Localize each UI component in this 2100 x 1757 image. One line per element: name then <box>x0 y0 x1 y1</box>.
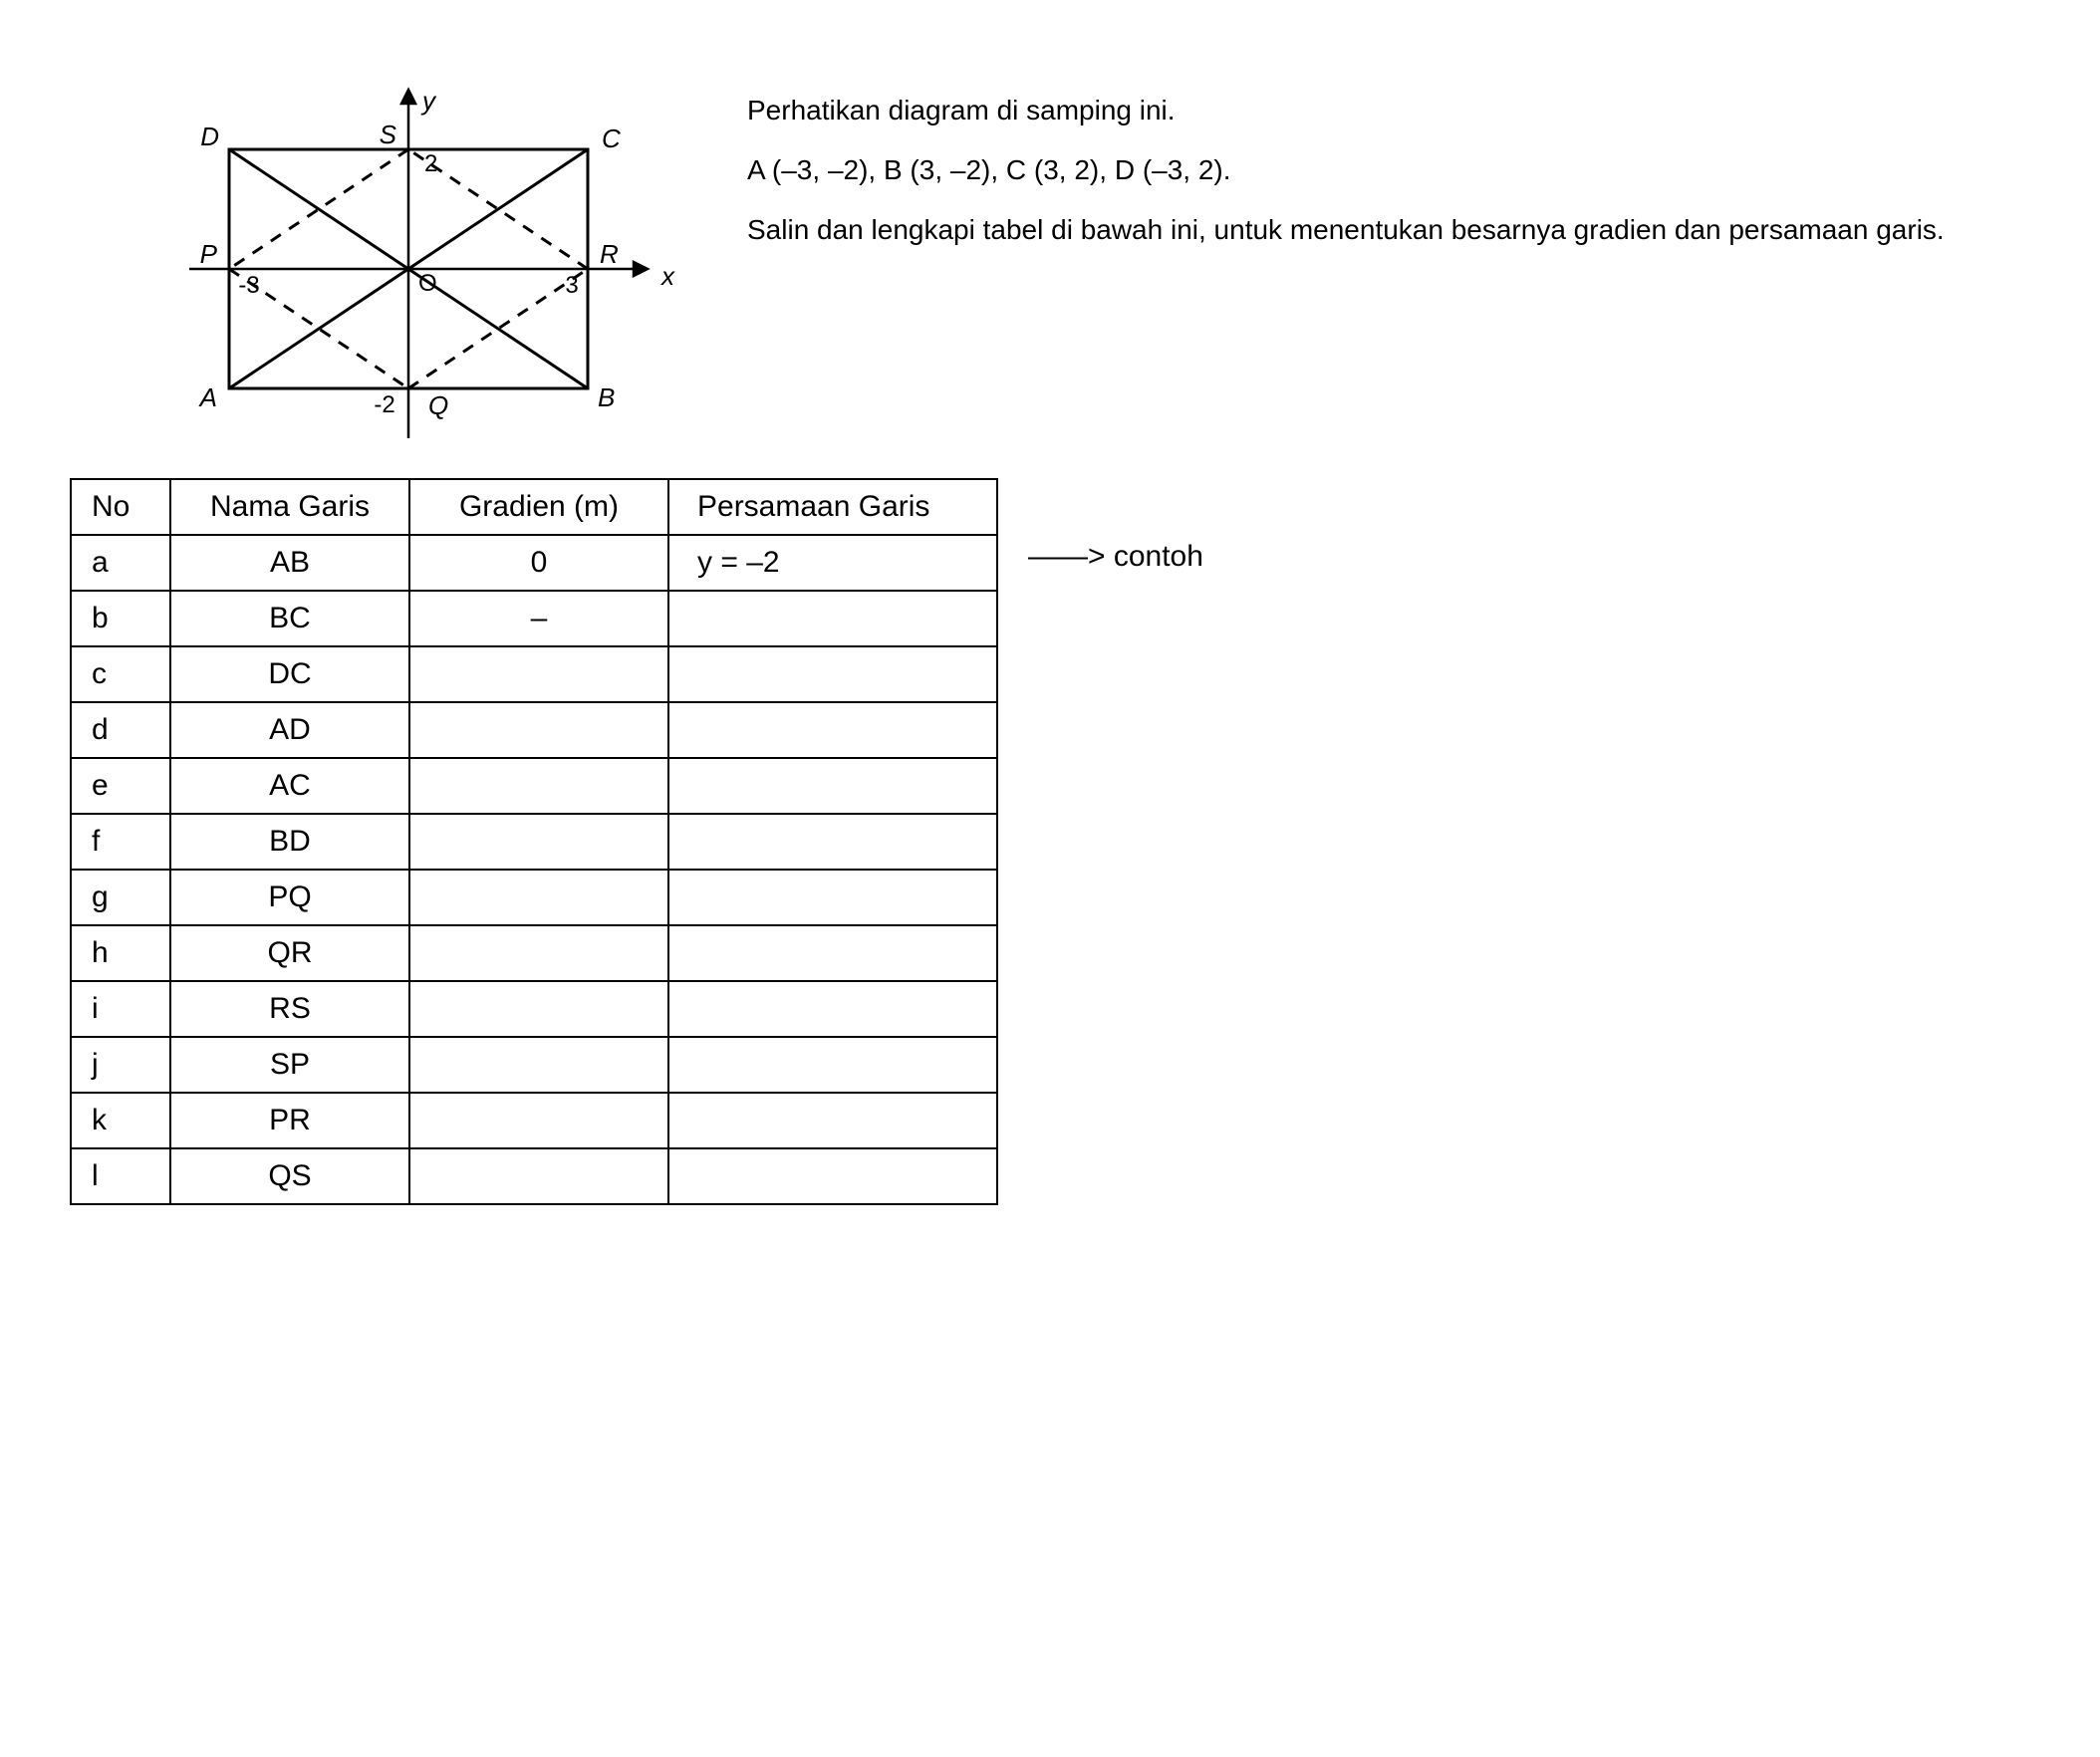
table-row: g PQ <box>71 870 997 925</box>
table-section: No Nama Garis Gradien (m) Persamaan Gari… <box>70 478 2030 1205</box>
cell-name: AC <box>170 758 409 814</box>
table-row: h QR <box>71 925 997 981</box>
header-no: No <box>71 479 170 535</box>
axis-x-label: x <box>659 261 675 291</box>
cell-grad: 0 <box>409 535 668 591</box>
cell-no: i <box>71 981 170 1037</box>
contoh-note: ——> contoh <box>1028 478 1203 574</box>
cell-grad <box>409 814 668 870</box>
cell-name: PR <box>170 1093 409 1148</box>
top-row: D C A B P R S Q y x -3 3 2 -2 O Perhatik… <box>70 60 2030 458</box>
cell-grad <box>409 925 668 981</box>
point-r-label: R <box>600 239 619 269</box>
point-q-label: Q <box>428 390 448 420</box>
cell-eq <box>668 814 997 870</box>
side-instructions: Perhatikan diagram di samping ini. A (–3… <box>747 60 2030 269</box>
cell-name: PQ <box>170 870 409 925</box>
table-row: a AB 0 y = –2 <box>71 535 997 591</box>
cell-no: h <box>71 925 170 981</box>
header-gradient: Gradien (m) <box>409 479 668 535</box>
table-row: c DC <box>71 646 997 702</box>
cell-name: QR <box>170 925 409 981</box>
cell-eq <box>668 1037 997 1093</box>
table-row: d AD <box>71 702 997 758</box>
table-row: f BD <box>71 814 997 870</box>
table-row: k PR <box>71 1093 997 1148</box>
cell-name: BC <box>170 591 409 646</box>
cell-grad <box>409 1037 668 1093</box>
origin-label: O <box>418 270 437 297</box>
cell-no: c <box>71 646 170 702</box>
cell-eq <box>668 870 997 925</box>
point-b-label: B <box>598 382 615 412</box>
point-p-label: P <box>200 239 218 269</box>
cell-no: f <box>71 814 170 870</box>
header-equation: Persamaan Garis <box>668 479 997 535</box>
cell-no: g <box>71 870 170 925</box>
cell-eq <box>668 1093 997 1148</box>
cell-no: j <box>71 1037 170 1093</box>
tick-x-neg: -3 <box>238 272 259 299</box>
table-row: b BC – <box>71 591 997 646</box>
tick-y-neg: -2 <box>374 391 394 418</box>
point-s-label: S <box>380 120 397 149</box>
table-row: i RS <box>71 981 997 1037</box>
cell-grad <box>409 1093 668 1148</box>
instruction-line-1: Perhatikan diagram di samping ini. <box>747 90 2030 131</box>
table-row: e AC <box>71 758 997 814</box>
cell-grad <box>409 1148 668 1204</box>
cell-no: a <box>71 535 170 591</box>
cell-name: BD <box>170 814 409 870</box>
cell-no: l <box>71 1148 170 1204</box>
cell-eq <box>668 591 997 646</box>
cell-grad <box>409 870 668 925</box>
cell-name: SP <box>170 1037 409 1093</box>
cell-eq <box>668 646 997 702</box>
point-a-label: A <box>198 382 217 412</box>
cell-grad <box>409 646 668 702</box>
axis-y-label: y <box>420 86 437 116</box>
cell-grad <box>409 702 668 758</box>
cell-no: b <box>71 591 170 646</box>
cell-eq <box>668 1148 997 1204</box>
table-row: j SP <box>71 1037 997 1093</box>
cell-name: DC <box>170 646 409 702</box>
instruction-line-3: Salin dan lengkapi tabel di bawah ini, u… <box>747 209 2030 251</box>
cell-eq <box>668 758 997 814</box>
cell-no: k <box>71 1093 170 1148</box>
point-d-label: D <box>200 122 219 151</box>
cell-grad <box>409 758 668 814</box>
tick-x-pos: 3 <box>565 272 578 299</box>
table-row: l QS <box>71 1148 997 1204</box>
cell-name: AB <box>170 535 409 591</box>
cell-name: QS <box>170 1148 409 1204</box>
cell-eq <box>668 981 997 1037</box>
instruction-line-2: A (–3, –2), B (3, –2), C (3, 2), D (–3, … <box>747 149 2030 191</box>
cell-grad: – <box>409 591 668 646</box>
cell-no: d <box>71 702 170 758</box>
cell-eq <box>668 702 997 758</box>
point-c-label: C <box>602 124 621 153</box>
cell-grad <box>409 981 668 1037</box>
gradient-table: No Nama Garis Gradien (m) Persamaan Gari… <box>70 478 998 1205</box>
coordinate-diagram: D C A B P R S Q y x -3 3 2 -2 O <box>130 60 687 458</box>
table-header-row: No Nama Garis Gradien (m) Persamaan Gari… <box>71 479 997 535</box>
tick-y-pos: 2 <box>424 150 437 177</box>
cell-eq <box>668 925 997 981</box>
cell-eq: y = –2 <box>668 535 997 591</box>
cell-name: RS <box>170 981 409 1037</box>
header-name: Nama Garis <box>170 479 409 535</box>
cell-no: e <box>71 758 170 814</box>
cell-name: AD <box>170 702 409 758</box>
diagram: D C A B P R S Q y x -3 3 2 -2 O <box>70 60 687 458</box>
